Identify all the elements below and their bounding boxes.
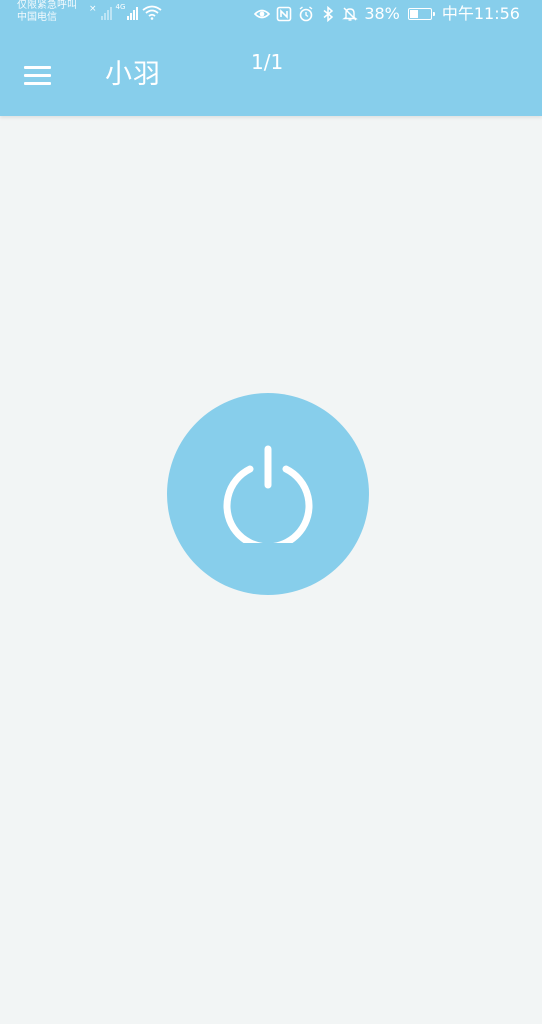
app-screen: 仅限紧急呼叫 中国电信 × 4G 38% 中午11:56 小羽 1/1	[0, 0, 542, 1024]
emergency-calls-text: 仅限紧急呼叫	[17, 0, 77, 11]
signal-icon-sim1	[100, 6, 112, 20]
page-title: 小羽	[105, 59, 161, 90]
network-type-label: 4G	[115, 3, 126, 11]
clock: 中午11:56	[441, 4, 520, 23]
eye-icon	[254, 9, 271, 19]
nfc-icon	[277, 6, 292, 22]
battery-level	[409, 10, 419, 18]
hamburger-menu-icon[interactable]	[24, 66, 52, 86]
wifi-icon	[142, 5, 162, 20]
status-bar: 仅限紧急呼叫 中国电信 × 4G 38% 中午11:56	[0, 0, 542, 32]
signal-indicators: × 4G	[89, 3, 162, 20]
carrier-name: 中国电信	[17, 12, 57, 23]
no-service-icon: ×	[89, 4, 97, 14]
power-icon	[223, 445, 313, 543]
status-icons: 38% 中午11:56	[254, 5, 520, 23]
alarm-icon	[299, 6, 313, 22]
bluetooth-icon	[323, 6, 334, 22]
power-button[interactable]	[167, 393, 369, 595]
battery-percent: 38%	[364, 4, 400, 23]
page-counter: 1/1	[251, 50, 284, 74]
carrier-info: 仅限紧急呼叫 中国电信	[17, 0, 77, 24]
signal-icon-sim2	[127, 6, 139, 20]
mute-icon	[342, 7, 359, 21]
app-header: 仅限紧急呼叫 中国电信 × 4G 38% 中午11:56 小羽 1/1	[0, 0, 542, 116]
battery-icon	[407, 8, 435, 20]
